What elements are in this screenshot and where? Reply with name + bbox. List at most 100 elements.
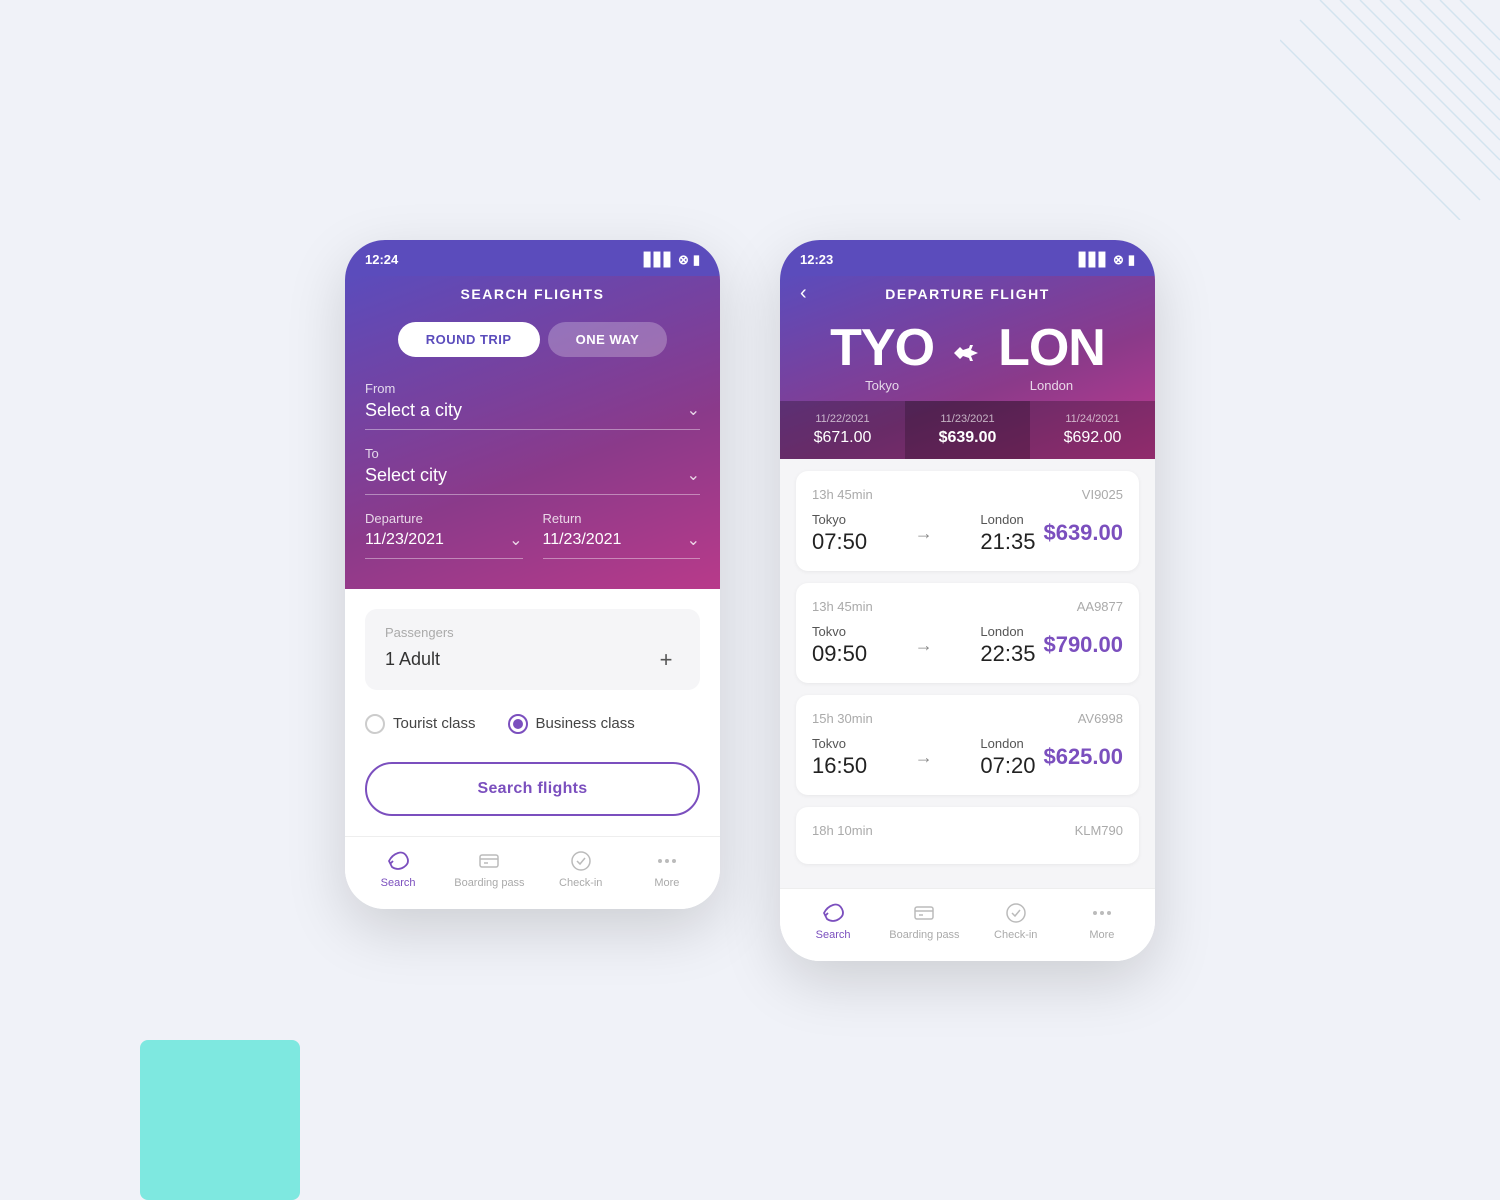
flight-from-city-1: Tokvo (812, 624, 867, 639)
tourist-class-label: Tourist class (393, 715, 476, 732)
phones-container: 12:24 ▋▋▋ ⊗ ▮ SEARCH FLIGHTS ROUND TRIP … (345, 240, 1155, 961)
date-price-2[interactable]: 11/24/2021 $692.00 (1030, 401, 1155, 459)
battery-icon-2: ▮ (1128, 252, 1135, 268)
flight-to-time-1: 22:35 (980, 641, 1035, 667)
status-icons-1: ▋▋▋ ⊗ ▮ (644, 252, 700, 268)
flight-card-0[interactable]: 13h 45min VI9025 Tokyo 07:50 → London 21… (796, 471, 1139, 571)
nav-checkin-label-2: Check-in (994, 929, 1037, 941)
dest-city: London (998, 378, 1105, 393)
passengers-row: 1 Adult + (385, 646, 680, 674)
flight-price-col-1: $790.00 (1043, 632, 1123, 658)
white-section: Passengers 1 Adult + Tourist class Busin… (345, 589, 720, 836)
flight-origin-2: Tokvo 16:50 (812, 736, 867, 779)
return-chevron-icon: ⌄ (687, 530, 700, 550)
flight-price-0: $639.00 (1043, 520, 1123, 546)
to-label: To (365, 446, 700, 461)
flight-to-city-2: London (980, 736, 1035, 751)
nav-search-2[interactable]: Search (803, 901, 863, 941)
flight-code-2: AV6998 (1078, 711, 1123, 726)
flight-dest-1: London 22:35 (980, 624, 1035, 667)
dp-price-1: $639.00 (913, 429, 1022, 447)
to-group: To Select city ⌄ (365, 446, 700, 495)
page-title-1: SEARCH FLIGHTS (365, 286, 700, 302)
class-row: Tourist class Business class (365, 714, 700, 734)
flight-origin-0: Tokyo 07:50 (812, 512, 867, 555)
to-select-row[interactable]: Select city ⌄ (365, 465, 700, 495)
tourist-class-option[interactable]: Tourist class (365, 714, 476, 734)
bottom-nav-2: Search Boarding pass Check-in (780, 888, 1155, 961)
departure-flight-phone: 12:23 ▋▋▋ ⊗ ▮ ‹ DEPARTURE FLIGHT TYO Tok… (780, 240, 1155, 961)
to-value: Select city (365, 465, 447, 486)
nav-boarding-1[interactable]: Boarding pass (454, 849, 524, 889)
flight-price-col-2: $625.00 (1043, 744, 1123, 770)
flight-duration-1: 13h 45min (812, 599, 873, 614)
back-btn[interactable]: ‹ (800, 282, 807, 305)
from-group: From Select a city ⌄ (365, 381, 700, 430)
flight-to-time-0: 21:35 (980, 529, 1035, 555)
flight-arrow-1: → (875, 635, 972, 656)
nav-checkin-2[interactable]: Check-in (986, 901, 1046, 941)
nav-checkin-label-1: Check-in (559, 877, 602, 889)
departure-select[interactable]: 11/23/2021 ⌄ (365, 530, 523, 559)
status-bar-1: 12:24 ▋▋▋ ⊗ ▮ (345, 240, 720, 276)
flight-duration-2: 15h 30min (812, 711, 873, 726)
flight-card-1[interactable]: 13h 45min AA9877 Tokvo 09:50 → London 22… (796, 583, 1139, 683)
flight-from-city-2: Tokvo (812, 736, 867, 751)
flight-card-header-3: 18h 10min KLM790 (812, 823, 1123, 838)
flight-from-time-1: 09:50 (812, 641, 867, 667)
wifi-icon-2: ⊗ (1113, 252, 1124, 268)
nav-more-label-1: More (654, 877, 679, 889)
from-label: From (365, 381, 700, 396)
origin-city-block: TYO Tokyo (830, 318, 934, 393)
dest-code: LON (998, 318, 1105, 378)
departure-chevron-icon: ⌄ (509, 530, 522, 550)
flight-to-time-2: 07:20 (980, 753, 1035, 779)
dp-price-2: $692.00 (1038, 429, 1147, 447)
status-time-1: 12:24 (365, 252, 398, 267)
departure-group: Departure 11/23/2021 ⌄ (365, 511, 523, 559)
nav-boarding-2[interactable]: Boarding pass (889, 901, 959, 941)
return-group: Return 11/23/2021 ⌄ (543, 511, 701, 559)
departure-label: Departure (365, 511, 523, 526)
date-prices-row: 11/22/2021 $671.00 11/23/2021 $639.00 11… (780, 401, 1155, 459)
nav-checkin-1[interactable]: Check-in (551, 849, 611, 889)
search-flights-btn[interactable]: Search flights (365, 762, 700, 816)
flight-card-3[interactable]: 18h 10min KLM790 (796, 807, 1139, 864)
flight-origin-1: Tokvo 09:50 (812, 624, 867, 667)
return-value: 11/23/2021 (543, 531, 622, 549)
return-select[interactable]: 11/23/2021 ⌄ (543, 530, 701, 559)
plane-arrow-icon (950, 337, 982, 374)
wifi-icon-1: ⊗ (678, 252, 689, 268)
dest-city-block: LON London (998, 318, 1105, 393)
nav-search-1[interactable]: Search (368, 849, 428, 889)
nav-more-1[interactable]: More (637, 849, 697, 889)
flight-code-3: KLM790 (1075, 823, 1123, 838)
from-select-row[interactable]: Select a city ⌄ (365, 400, 700, 430)
date-price-0[interactable]: 11/22/2021 $671.00 (780, 401, 905, 459)
origin-city: Tokyo (830, 378, 934, 393)
flight-from-time-2: 16:50 (812, 753, 867, 779)
flight-list: 13h 45min VI9025 Tokyo 07:50 → London 21… (780, 459, 1155, 888)
from-chevron-icon: ⌄ (687, 400, 700, 420)
flight-header-nav: ‹ DEPARTURE FLIGHT (800, 286, 1135, 302)
passengers-box: Passengers 1 Adult + (365, 609, 700, 690)
flight-header-title: DEPARTURE FLIGHT (885, 286, 1050, 302)
dp-date-2: 11/24/2021 (1038, 413, 1147, 425)
to-chevron-icon: ⌄ (687, 465, 700, 485)
add-passenger-btn[interactable]: + (652, 646, 680, 674)
one-way-btn[interactable]: ONE WAY (548, 322, 668, 357)
route-row: TYO Tokyo LON London (800, 318, 1135, 393)
date-price-1[interactable]: 11/23/2021 $639.00 (905, 401, 1030, 459)
nav-boarding-label-2: Boarding pass (889, 929, 959, 941)
flight-dest-0: London 21:35 (980, 512, 1035, 555)
flight-price-2: $625.00 (1043, 744, 1123, 770)
flight-code-0: VI9025 (1082, 487, 1123, 502)
flight-card-2[interactable]: 15h 30min AV6998 Tokvo 16:50 → London 07… (796, 695, 1139, 795)
signal-icon-2: ▋▋▋ (1079, 252, 1109, 268)
round-trip-btn[interactable]: ROUND TRIP (398, 322, 540, 357)
flight-to-city-0: London (980, 512, 1035, 527)
flight-price-col-0: $639.00 (1043, 520, 1123, 546)
nav-more-2[interactable]: More (1072, 901, 1132, 941)
flight-card-header-0: 13h 45min VI9025 (812, 487, 1123, 502)
business-class-option[interactable]: Business class (508, 714, 635, 734)
